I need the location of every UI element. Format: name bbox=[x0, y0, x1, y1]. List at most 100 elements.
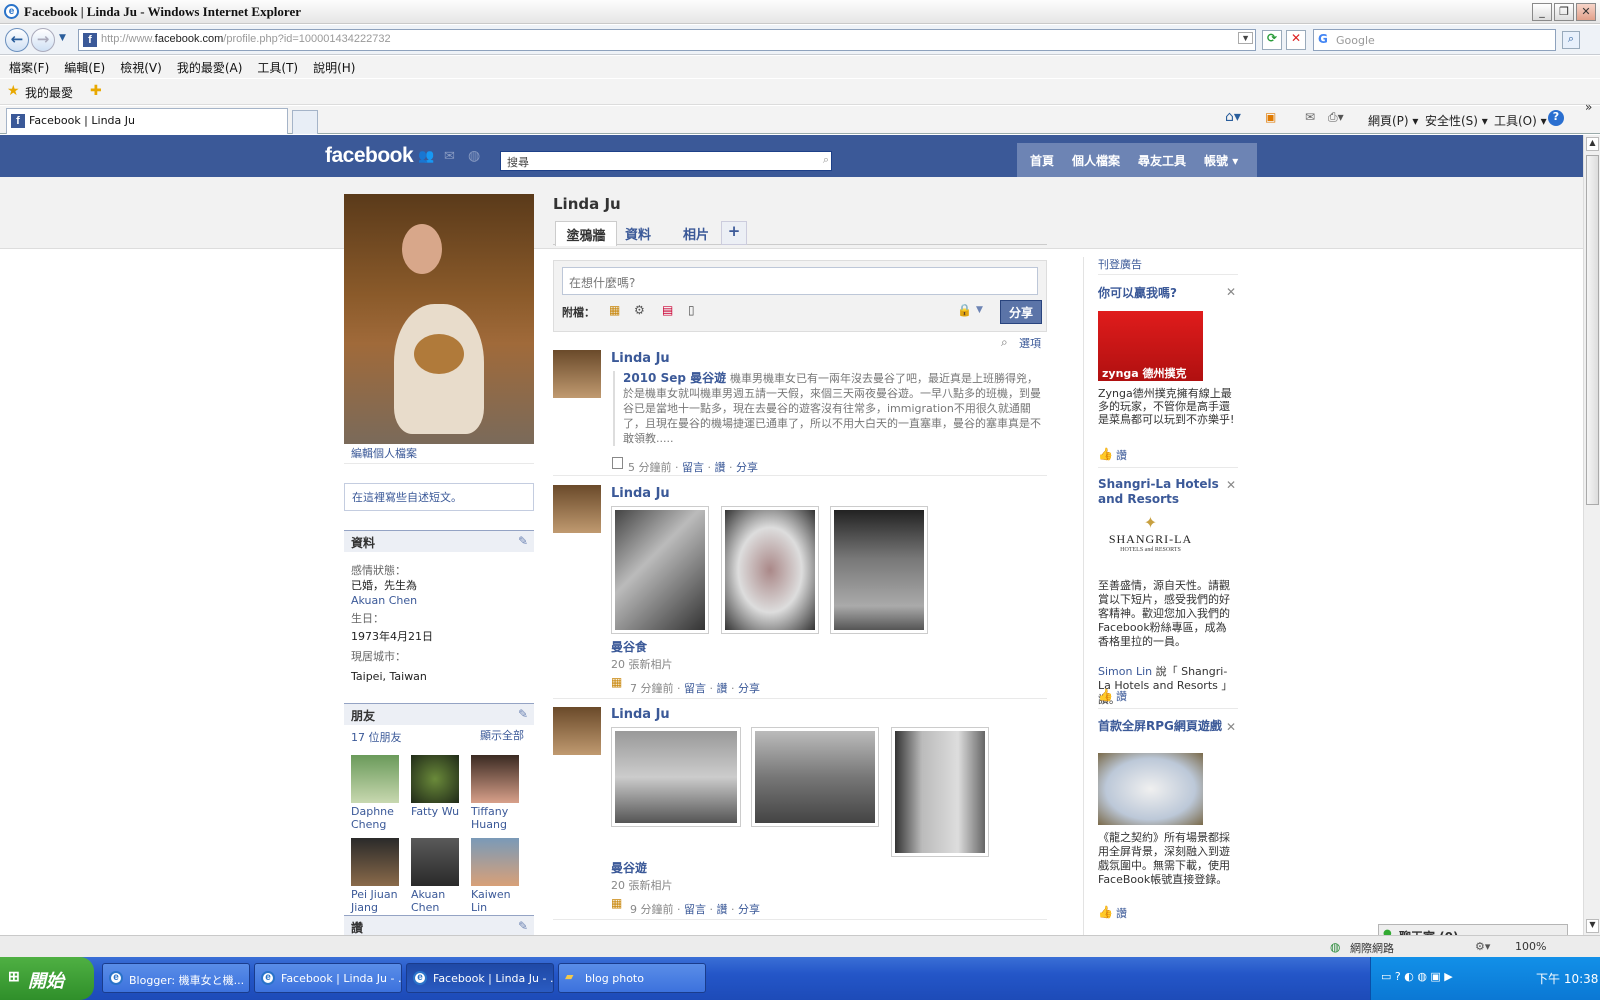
ad-image-shangrila[interactable]: ✦ SHANGRI-LA HOTELS and RESORTS bbox=[1098, 513, 1203, 569]
ad-title[interactable]: Shangri-La Hotels and Resorts bbox=[1098, 477, 1226, 507]
album-photo[interactable] bbox=[611, 727, 741, 827]
refresh-icon[interactable]: ⟳ bbox=[1262, 30, 1282, 50]
edit-friends-pencil-icon[interactable]: ✎ bbox=[518, 707, 528, 721]
share-button[interactable]: 分享 bbox=[1000, 300, 1042, 324]
search-engine-input[interactable]: G Google bbox=[1313, 29, 1556, 51]
feed-time[interactable]: 7 分鐘前 bbox=[630, 682, 674, 695]
ad-like-link[interactable]: 讚 bbox=[1116, 688, 1127, 704]
nav-account[interactable]: 帳號 ▾ bbox=[1204, 154, 1238, 168]
notifications-globe-icon[interactable]: ◍ bbox=[468, 148, 480, 164]
thumbs-up-icon[interactable]: 👍 bbox=[1098, 905, 1113, 919]
protected-mode-icon[interactable]: ⚙▾ bbox=[1475, 940, 1490, 953]
scroll-thumb[interactable] bbox=[1586, 155, 1599, 505]
menu-help[interactable]: 說明(H) bbox=[313, 61, 355, 75]
feed-time[interactable]: 5 分鐘前 bbox=[628, 461, 672, 474]
feeds-icon[interactable]: ▣ bbox=[1265, 110, 1276, 124]
start-button[interactable]: ⊞ 開始 bbox=[0, 957, 94, 1000]
chevron-more-icon[interactable]: » bbox=[1585, 100, 1592, 114]
tray-icons[interactable]: ▭ ? ◐ ◍ ▣ ▶ bbox=[1381, 970, 1453, 983]
nav-home[interactable]: 首頁 bbox=[1030, 154, 1054, 168]
tab-wall[interactable]: 塗鴉牆 bbox=[555, 221, 617, 246]
ad-like-link[interactable]: 讚 bbox=[1116, 905, 1127, 921]
status-input[interactable]: 在想什麼嗎? bbox=[562, 267, 1038, 295]
attach-photo-icon[interactable]: ▦ bbox=[609, 303, 620, 317]
friend-name-akuan[interactable]: Akuan Chen bbox=[411, 888, 445, 914]
forward-button[interactable]: → bbox=[31, 28, 55, 52]
friend-name-tiffany[interactable]: Tiffany Huang bbox=[471, 805, 508, 831]
history-dropdown-icon[interactable]: ▼ bbox=[59, 33, 66, 43]
menu-edit[interactable]: 編輯(E) bbox=[64, 61, 105, 75]
taskbar-item-blog-photo[interactable]: ▰ blog photo bbox=[558, 963, 706, 993]
like-link[interactable]: 讚 bbox=[717, 682, 728, 695]
taskbar-item-facebook-2[interactable]: e Facebook | Linda Ju - ... bbox=[406, 963, 554, 993]
browser-tab-facebook[interactable]: f Facebook | Linda Ju bbox=[6, 108, 288, 134]
friend-name-pei[interactable]: Pei Jiuan Jiang bbox=[351, 888, 398, 914]
profile-picture[interactable] bbox=[344, 194, 534, 444]
menu-tools[interactable]: 工具(T) bbox=[257, 61, 298, 75]
show-all-friends-link[interactable]: 顯示全部 bbox=[480, 727, 524, 743]
note-title[interactable]: 2010 Sep 曼谷遊 bbox=[623, 371, 726, 385]
ad-social-name[interactable]: Simon Lin bbox=[1098, 665, 1152, 678]
facebook-logo[interactable]: facebook bbox=[325, 144, 414, 168]
friend-requests-icon[interactable]: 👥 bbox=[418, 149, 434, 164]
favorites-star-icon[interactable]: ★ bbox=[7, 83, 20, 99]
stop-icon[interactable]: ✕ bbox=[1286, 30, 1306, 50]
maximize-button[interactable]: ❐ bbox=[1554, 3, 1574, 21]
ad-like-link[interactable]: 讚 bbox=[1116, 447, 1127, 463]
search-go-icon[interactable]: ⌕ bbox=[1562, 31, 1580, 49]
home-icon[interactable]: ⌂▾ bbox=[1225, 109, 1241, 125]
safety-menu[interactable]: 安全性(S) ▾ bbox=[1425, 112, 1488, 129]
feed-author[interactable]: Linda Ju bbox=[611, 707, 670, 722]
tab-photos[interactable]: 相片 bbox=[683, 224, 709, 243]
address-bar[interactable]: f http://www.facebook.com/profile.php?id… bbox=[78, 29, 1256, 51]
privacy-lock-icon[interactable]: 🔒 bbox=[957, 303, 972, 317]
privacy-dropdown-icon[interactable]: ▼ bbox=[976, 305, 983, 315]
menu-view[interactable]: 檢視(V) bbox=[120, 61, 162, 75]
friend-avatar-pei[interactable] bbox=[351, 838, 399, 886]
album-photo[interactable] bbox=[751, 727, 879, 827]
help-icon[interactable]: ? bbox=[1548, 110, 1564, 126]
page-menu[interactable]: 網頁(P) ▾ bbox=[1368, 112, 1418, 129]
address-dropdown-icon[interactable]: ▼ bbox=[1238, 32, 1253, 44]
add-tab-button[interactable]: + bbox=[721, 221, 747, 245]
fb-search-icon[interactable]: ⌕ bbox=[823, 153, 829, 167]
album-title[interactable]: 曼谷遊 bbox=[611, 859, 647, 876]
menu-file[interactable]: 檔案(F) bbox=[9, 61, 49, 75]
album-photo[interactable] bbox=[611, 506, 709, 634]
share-link[interactable]: 分享 bbox=[738, 682, 760, 695]
share-link[interactable]: 分享 bbox=[736, 461, 758, 474]
spouse-link[interactable]: Akuan Chen bbox=[351, 593, 531, 608]
messages-icon[interactable]: ✉ bbox=[444, 149, 455, 164]
friend-name-daphne[interactable]: Daphne Cheng bbox=[351, 805, 394, 831]
feed-time[interactable]: 9 分鐘前 bbox=[630, 903, 674, 916]
bio-prompt[interactable]: 在這裡寫些自述短文。 bbox=[352, 491, 462, 504]
ad-image-rpg[interactable] bbox=[1098, 753, 1203, 825]
nav-profile[interactable]: 個人檔案 bbox=[1072, 154, 1120, 168]
create-ad-link[interactable]: 刊登廣告 bbox=[1098, 256, 1142, 272]
edit-profile-link[interactable]: 編輯個人檔案 bbox=[351, 445, 417, 461]
friend-avatar-kaiwen[interactable] bbox=[471, 838, 519, 886]
share-link[interactable]: 分享 bbox=[738, 903, 760, 916]
friend-avatar-akuan[interactable] bbox=[411, 838, 459, 886]
ad-image-zynga[interactable]: zynga 德州撲克 bbox=[1098, 311, 1203, 381]
tab-info[interactable]: 資料 bbox=[625, 224, 651, 243]
friend-avatar-fatty[interactable] bbox=[411, 755, 459, 803]
taskbar-item-blogger[interactable]: e Blogger: 機車女と機... bbox=[102, 963, 250, 993]
options-link[interactable]: 選項 bbox=[1019, 335, 1041, 351]
feed-avatar[interactable] bbox=[553, 350, 601, 398]
attach-video-icon[interactable]: ⚙ bbox=[634, 303, 645, 317]
album-photo[interactable] bbox=[830, 506, 928, 634]
edit-info-pencil-icon[interactable]: ✎ bbox=[518, 534, 528, 548]
comment-link[interactable]: 留言 bbox=[684, 682, 706, 695]
friends-count-link[interactable]: 17 位朋友 bbox=[351, 729, 402, 745]
print-icon[interactable]: ⎙▾ bbox=[1328, 110, 1344, 125]
friend-avatar-daphne[interactable] bbox=[351, 755, 399, 803]
album-photo[interactable] bbox=[721, 506, 819, 634]
scroll-down-icon[interactable]: ▼ bbox=[1586, 919, 1599, 933]
feed-avatar[interactable] bbox=[553, 485, 601, 533]
attach-event-icon[interactable]: ▤ bbox=[662, 303, 673, 317]
minimize-button[interactable]: _ bbox=[1532, 3, 1552, 21]
zoom-level[interactable]: 100% bbox=[1515, 940, 1546, 953]
bio-box[interactable]: 在這裡寫些自述短文。 bbox=[344, 483, 534, 511]
feed-avatar[interactable] bbox=[553, 707, 601, 755]
